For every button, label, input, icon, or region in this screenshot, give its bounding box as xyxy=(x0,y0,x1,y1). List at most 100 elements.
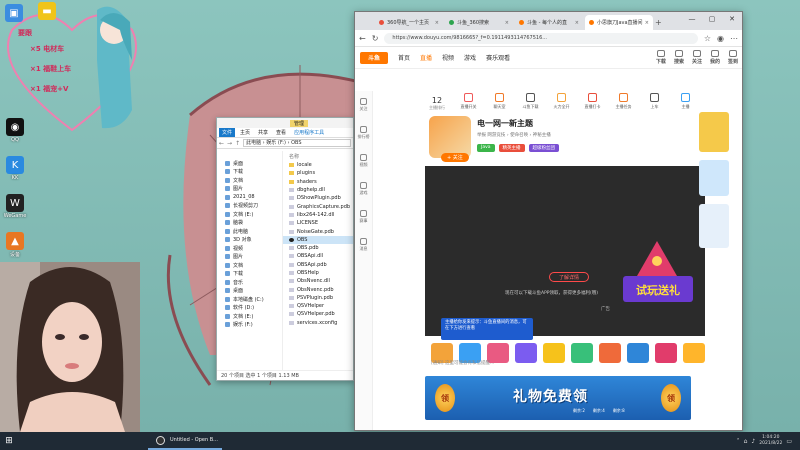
nav-pane-item[interactable]: 软件 (D:) xyxy=(217,304,282,313)
file-row[interactable]: ObsNvenc.dll xyxy=(283,277,353,285)
file-row[interactable]: plugins xyxy=(283,169,353,177)
nav-pane-item[interactable]: 音乐 xyxy=(217,278,282,287)
browser-tab[interactable]: 斗鱼_360搜索 × xyxy=(445,15,513,30)
windows-start-icon[interactable]: ⊞ xyxy=(0,432,18,450)
desktop-icon-yellow[interactable]: ▬ xyxy=(33,2,61,20)
taskbar-app-obs[interactable]: Untitled - Open B... xyxy=(148,432,222,450)
nav-live[interactable]: 直播 xyxy=(420,53,432,62)
close-icon[interactable]: × xyxy=(505,20,509,26)
douyu-logo[interactable]: 斗鱼 xyxy=(360,51,388,64)
manage-tab[interactable]: 管理 xyxy=(290,119,309,127)
nav-pane-item[interactable]: 文档 xyxy=(217,176,282,185)
free-gift-banner[interactable]: 领 领 礼物免费领 剩余:2 剩余:4 剩余:8 xyxy=(425,376,691,420)
star-icon[interactable]: ☆ xyxy=(704,34,711,43)
file-row[interactable]: LICENSE xyxy=(283,219,353,227)
claim-coin-right[interactable]: 领 xyxy=(661,384,681,412)
chevron-up-icon[interactable]: ˄ xyxy=(737,438,740,445)
profile-icon[interactable]: ◉ xyxy=(717,34,724,43)
file-row[interactable]: OBSApi.pdb xyxy=(283,261,353,269)
nav-pane-item[interactable]: 图片 xyxy=(217,185,282,194)
toolbar-item[interactable]: 斗鱼下载 xyxy=(517,90,544,110)
tag-elite[interactable]: 精英主播 xyxy=(498,144,525,152)
ribbon-tab-home[interactable]: 主页 xyxy=(237,128,253,137)
nav-pane-item[interactable]: 此电脑 xyxy=(217,227,282,236)
browser-tab[interactable]: 斗鱼 - 每个人的直 × xyxy=(515,15,583,30)
nav-pane-item[interactable]: 文档 (E:) xyxy=(217,210,282,219)
learn-more-button[interactable]: 了解详情 xyxy=(549,272,589,282)
file-row[interactable]: libx264-142.dll xyxy=(283,211,353,219)
browser-tab-active[interactable]: 小思旗刀Java直播间 × xyxy=(585,15,653,30)
browser-tab[interactable]: 360导航_一个主页 × xyxy=(375,15,443,30)
nav-pane-item[interactable]: 3D 对象 xyxy=(217,236,282,245)
tag-java[interactable]: Java xyxy=(477,144,495,152)
desktop-icon-wegame[interactable]: W WeGame xyxy=(1,194,29,219)
header-follow[interactable]: 关注 xyxy=(692,50,702,65)
sidebar-item[interactable]: 消息 xyxy=(355,231,372,259)
nav-video[interactable]: 视频 xyxy=(442,53,454,62)
nav-pane-item[interactable]: 桌面 xyxy=(217,159,282,168)
file-row[interactable]: services.xconfig xyxy=(283,319,353,327)
minimize-icon[interactable]: — xyxy=(682,12,702,26)
refresh-icon[interactable]: ↻ xyxy=(372,34,379,43)
new-tab-icon[interactable]: + xyxy=(655,18,662,27)
nav-home[interactable]: 首页 xyxy=(398,53,410,62)
nav-pane-item[interactable]: 下载 xyxy=(217,168,282,177)
nav-music[interactable]: 赛乐观看 xyxy=(486,53,510,62)
header-mine[interactable]: 我的 xyxy=(710,50,720,65)
close-icon[interactable]: × xyxy=(575,20,579,26)
ribbon-tab-app-tools[interactable]: 应用程序工具 xyxy=(291,128,327,137)
toolbar-item[interactable]: 聊天室 xyxy=(486,90,513,110)
up-arrow-icon[interactable]: ↑ xyxy=(235,140,240,147)
file-row[interactable]: ObsNvenc.pdb xyxy=(283,285,353,293)
toolbar-item[interactable]: 直播打卡 xyxy=(579,90,606,110)
nav-pane-item[interactable]: 图片 xyxy=(217,253,282,262)
claim-coin-left[interactable]: 领 xyxy=(435,384,455,412)
nav-pane-item[interactable]: 本地磁盘 (C:) xyxy=(217,295,282,304)
sidebar-item[interactable]: 关注 xyxy=(355,91,372,119)
rocket-promo-graphic[interactable]: 试玩送礼 xyxy=(617,236,697,306)
toolbar-item[interactable]: 主播 xyxy=(672,90,699,110)
nav-pane-item[interactable]: 桌面 xyxy=(217,287,282,296)
nav-game[interactable]: 游戏 xyxy=(464,53,476,62)
nav-pane-item[interactable]: 文档 xyxy=(217,261,282,270)
file-row[interactable]: NoiseGate.pdb xyxy=(283,227,353,235)
desktop-icon-qq[interactable]: ◉ QQ xyxy=(1,118,29,143)
follow-button[interactable]: + 关注 xyxy=(441,153,469,162)
chat-notice[interactable]: [通知] 这里可能会有私信提醒... xyxy=(425,360,705,369)
close-icon[interactable]: × xyxy=(645,20,649,26)
header-signin[interactable]: 签到 xyxy=(728,50,738,65)
nav-pane-item[interactable]: 下载 xyxy=(217,270,282,279)
network-icon[interactable]: ⌂ xyxy=(744,438,748,445)
ribbon-tab-view[interactable]: 查看 xyxy=(273,128,289,137)
nav-pane-item[interactable]: 娱乐 (F:) xyxy=(217,321,282,330)
address-path[interactable]: 此电脑 › 娱乐 (F:) › OBS xyxy=(243,139,351,147)
ribbon-tab-share[interactable]: 共享 xyxy=(255,128,271,137)
address-input[interactable]: https://www.douyu.com/9816665?_f=0.19114… xyxy=(384,32,698,44)
header-download[interactable]: 下载 xyxy=(656,50,666,65)
clock[interactable]: 1:04:20 2021/8/22 xyxy=(759,435,782,447)
file-row[interactable]: OBS xyxy=(283,235,353,244)
nav-pane-item[interactable]: 长视频剪刀 xyxy=(217,202,282,211)
toolbar-item[interactable]: 主播任务 xyxy=(610,90,637,110)
file-row[interactable]: DShowPlugin.pdb xyxy=(283,194,353,202)
file-row[interactable]: QSVHelper.pdb xyxy=(283,310,353,318)
column-header-name[interactable]: 名称 xyxy=(283,153,353,161)
sidebar-item[interactable]: 视频 xyxy=(355,147,372,175)
file-row[interactable]: OBSApi.dll xyxy=(283,252,353,260)
file-row[interactable]: OBSHelp xyxy=(283,269,353,277)
ribbon-tab-file[interactable]: 文件 xyxy=(219,128,236,137)
file-row[interactable]: OBS.pdb xyxy=(283,244,353,252)
file-row[interactable]: GraphicsCapture.pdb xyxy=(283,202,353,210)
volume-icon[interactable]: ♪ xyxy=(751,438,755,445)
desktop-icon-kk[interactable]: K KK xyxy=(1,156,29,181)
file-row[interactable]: shaders xyxy=(283,178,353,186)
toolbar-item[interactable]: 上车 xyxy=(641,90,668,110)
avatar[interactable] xyxy=(429,116,471,158)
header-search[interactable]: 搜索 xyxy=(674,50,684,65)
file-row[interactable]: dbghelp.dll xyxy=(283,186,353,194)
tag-fanclub[interactable]: 超级粉丝团 xyxy=(528,144,560,152)
desktop-icon-shortcut[interactable]: ▣ xyxy=(0,4,28,22)
desktop-icon-device[interactable]: ▲ 设备 xyxy=(1,232,29,258)
rank-box[interactable]: 12 主播排行 xyxy=(429,96,445,111)
close-icon[interactable]: × xyxy=(435,20,439,26)
